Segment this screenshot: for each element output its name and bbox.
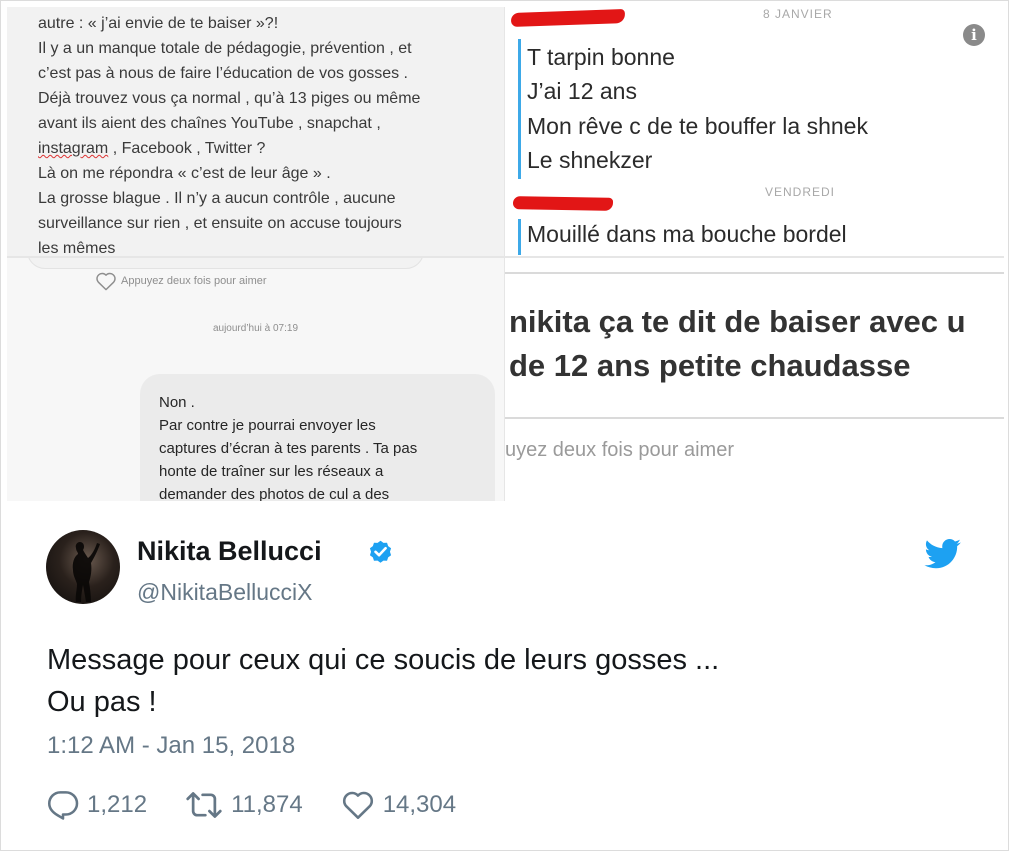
snap-message: Mouillé dans ma bouche bordel (527, 221, 847, 247)
message-line: captures d’écran à tes parents . Ta pas (159, 440, 418, 457)
message-line: demander des photos de cul a des (159, 486, 390, 501)
previous-bubble (27, 257, 424, 269)
retweet-icon (186, 792, 222, 818)
tweet: Nikita Bellucci @NikitaBellucciX Message… (1, 502, 1008, 850)
notes-line-rest: , Facebook , Twitter ? (108, 140, 266, 157)
message-group-accent (518, 39, 521, 179)
notes-line: Là on me répondra « c’est de leur âge » … (38, 165, 331, 182)
heart-icon (96, 272, 116, 291)
retweet-button[interactable]: 11,874 (185, 790, 303, 820)
message-line: Non . (159, 394, 195, 411)
divider (505, 417, 1004, 419)
user-handle[interactable]: @NikitaBellucciX (137, 579, 312, 606)
double-tap-label: Appuyez deux fois pour aimer (121, 275, 267, 287)
message-line: Par contre je pourrai envoyer les (159, 417, 376, 434)
notes-line: La grosse blague . Il n’y a aucun contrô… (38, 190, 396, 207)
like-button[interactable]: 14,304 (341, 790, 456, 820)
misspelled-word: instagram (38, 140, 109, 157)
message-text: Non . Par contre je pourrai envoyer les … (159, 391, 489, 501)
tweet-text-line: Ou pas ! (47, 686, 157, 718)
reply-count: 1,212 (87, 791, 148, 818)
comment-line: nikita ça te dit de baiser avec u (509, 304, 966, 339)
tweet-actions: 1,212 11,874 14,304 (47, 785, 494, 825)
notes-line: c’est pas à nous de faire l’éducation de… (38, 65, 408, 82)
snap-message: Le shnekzer (527, 147, 653, 173)
double-tap-hint: Appuyez deux fois pour aimer (95, 271, 267, 291)
chat-date: VENDREDI (765, 185, 836, 199)
notes-line: avant ils aient des chaînes YouTube , sn… (38, 115, 381, 132)
message-line: honte de traîner sur les réseaux a (159, 463, 384, 480)
redaction-bar (510, 9, 626, 27)
display-name[interactable]: Nikita Bellucci (137, 536, 322, 567)
tweet-timestamp[interactable]: 1:12 AM - Jan 15, 2018 (47, 732, 295, 760)
snap-message: J’ai 12 ans (527, 78, 637, 104)
snapchat-screenshot: 8 JANVIER i T tarpin bonne J’ai 12 ans M… (504, 7, 1004, 259)
divider (505, 272, 1004, 274)
verified-badge-icon (369, 540, 392, 563)
message-group-accent (518, 219, 521, 255)
notes-line: les mêmes (38, 240, 116, 257)
notes-line-social: instagram , Facebook , Twitter ? (38, 136, 498, 161)
snap-message: T tarpin bonne (527, 44, 675, 70)
tweet-text: Message pour ceux qui ce soucis de leurs… (47, 639, 719, 723)
redaction-bar (512, 196, 614, 211)
twitter-bird-icon[interactable] (924, 539, 962, 569)
dm-screenshot: Appuyez deux fois pour aimer aujourd’hui… (7, 257, 504, 501)
double-tap-label: uyez deux fois pour aimer (505, 439, 735, 461)
screenshot-collage: autre : « j’ai envie de te baiser »?! Il… (7, 7, 1004, 501)
avatar[interactable] (46, 530, 120, 604)
info-icon: i (963, 24, 985, 46)
reply-icon (48, 791, 79, 820)
tweet-text-line: Message pour ceux qui ce soucis de leurs… (47, 644, 720, 676)
tweet-card: autre : « j’ai envie de te baiser »?! Il… (0, 0, 1009, 851)
like-count: 14,304 (382, 791, 457, 818)
notes-line: Déjà trouvez vous ça normal , qu’à 13 pi… (38, 90, 421, 107)
notes-line: autre : « j’ai envie de te baiser »?! (38, 15, 279, 32)
collage-seam (7, 256, 1004, 258)
notes-line: surveillance sur rien , et ensuite on ac… (38, 215, 402, 232)
comment-screenshot: nikita ça te dit de baiser avec u de 12 … (504, 259, 1004, 501)
reply-button[interactable]: 1,212 (47, 790, 147, 820)
chat-date: 8 JANVIER (763, 7, 833, 21)
retweet-count: 11,874 (231, 791, 303, 818)
notes-line: Il y a un manque totale de pédagogie, pr… (38, 40, 412, 57)
dm-timestamp: aujourd’hui à 07:19 (212, 323, 299, 334)
notes-screenshot: autre : « j’ai envie de te baiser »?! Il… (7, 7, 504, 257)
heart-icon (342, 791, 373, 819)
avatar-silhouette (72, 542, 100, 602)
snap-message: Mon rêve c de te bouffer la shnek (527, 113, 868, 139)
comment-line: de 12 ans petite chaudasse (509, 348, 911, 383)
notes-text: autre : « j’ai envie de te baiser »?! Il… (38, 11, 498, 257)
